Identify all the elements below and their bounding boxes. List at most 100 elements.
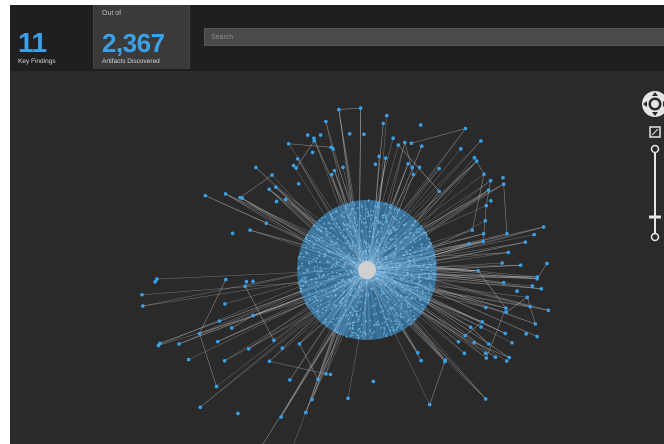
graph-node[interactable] (417, 165, 422, 170)
graph-node[interactable] (474, 159, 479, 163)
graph-node[interactable] (411, 172, 416, 177)
graph-node[interactable] (328, 372, 333, 377)
graph-node[interactable] (443, 358, 448, 362)
graph-node[interactable] (396, 143, 401, 147)
graph-node[interactable] (410, 165, 415, 170)
graph-node[interactable] (545, 261, 549, 266)
graph-node[interactable] (384, 113, 389, 118)
graph-node[interactable] (358, 106, 363, 110)
graph-node[interactable] (483, 218, 488, 223)
graph-node[interactable] (280, 346, 285, 350)
graph-node[interactable] (500, 261, 504, 265)
network-graph-canvas[interactable] (10, 71, 664, 444)
graph-node[interactable] (484, 356, 489, 360)
graph-node[interactable] (371, 379, 376, 384)
pan-control-icon[interactable] (642, 91, 664, 117)
graph-node[interactable] (480, 320, 485, 324)
graph-node[interactable] (476, 269, 480, 273)
graph-node[interactable] (535, 276, 539, 281)
graph-node[interactable] (294, 166, 298, 170)
graph-node[interactable] (391, 136, 395, 140)
graph-node[interactable] (472, 155, 477, 160)
graph-node[interactable] (198, 405, 203, 410)
graph-node[interactable] (230, 231, 235, 236)
graph-node[interactable] (515, 289, 519, 293)
graph-node[interactable] (305, 133, 310, 137)
graph-node[interactable] (331, 147, 335, 151)
graph-node[interactable] (456, 339, 461, 344)
graph-node[interactable] (222, 359, 227, 363)
graph-node[interactable] (217, 319, 222, 323)
graph-node[interactable] (518, 263, 523, 268)
graph-node[interactable] (310, 397, 314, 402)
graph-node[interactable] (324, 372, 328, 376)
graph-node[interactable] (501, 182, 506, 186)
graph-node[interactable] (484, 203, 489, 208)
graph-node[interactable] (489, 199, 493, 203)
graph-node[interactable] (523, 240, 528, 244)
graph-node[interactable] (462, 351, 467, 356)
graph-node[interactable] (246, 347, 251, 351)
graph-node[interactable] (419, 358, 423, 363)
graph-node[interactable] (140, 292, 144, 297)
graph-node[interactable] (504, 306, 508, 310)
graph-node[interactable] (264, 221, 269, 225)
zoom-slider[interactable] (649, 144, 661, 242)
network-graph[interactable] (10, 71, 664, 444)
graph-node[interactable] (381, 121, 386, 126)
graph-node[interactable] (270, 173, 274, 177)
graph-node[interactable] (304, 410, 308, 415)
graph-node[interactable] (318, 133, 323, 137)
graph-node[interactable] (224, 277, 228, 282)
graph-node[interactable] (156, 343, 161, 348)
graph-node[interactable] (296, 181, 301, 186)
graph-node[interactable] (267, 187, 272, 192)
graph-node[interactable] (486, 188, 491, 192)
graph-node[interactable] (141, 304, 145, 308)
graph-node[interactable] (418, 123, 423, 127)
key-findings-stat[interactable]: 11 Key Findings (10, 5, 90, 69)
graph-node[interactable] (482, 172, 486, 177)
graph-node[interactable] (288, 378, 292, 382)
graph-node[interactable] (332, 168, 337, 173)
graph-node[interactable] (177, 342, 181, 346)
graph-node[interactable] (215, 339, 220, 344)
graph-node[interactable] (463, 333, 467, 338)
graph-node[interactable] (377, 154, 381, 159)
graph-node[interactable] (525, 295, 530, 300)
graph-node[interactable] (329, 172, 334, 177)
fit-to-screen-icon[interactable] (649, 126, 661, 138)
graph-node[interactable] (546, 308, 551, 313)
hub-core-node[interactable] (358, 261, 376, 279)
graph-node[interactable] (479, 139, 483, 143)
graph-node[interactable] (251, 313, 255, 318)
graph-node[interactable] (297, 342, 302, 346)
graph-node[interactable] (283, 197, 288, 202)
graph-node[interactable] (506, 250, 511, 255)
graph-node[interactable] (346, 396, 350, 401)
graph-node[interactable] (419, 144, 424, 149)
graph-node[interactable] (254, 165, 258, 170)
graph-node[interactable] (510, 340, 514, 345)
central-hub-cluster[interactable] (297, 199, 437, 340)
graph-node[interactable] (312, 136, 316, 140)
graph-node[interactable] (223, 302, 227, 306)
graph-node[interactable] (467, 242, 471, 246)
graph-node[interactable] (229, 326, 234, 330)
search-input[interactable] (204, 28, 664, 46)
graph-node[interactable] (244, 279, 249, 284)
graph-node[interactable] (223, 192, 228, 196)
graph-node[interactable] (295, 157, 300, 161)
graph-node[interactable] (481, 239, 485, 244)
graph-node[interactable] (504, 310, 509, 314)
graph-node[interactable] (291, 163, 296, 168)
graph-node[interactable] (316, 377, 320, 382)
graph-node[interactable] (463, 126, 468, 131)
graph-node[interactable] (533, 322, 538, 326)
graph-node[interactable] (486, 342, 491, 346)
artifacts-discovered-stat[interactable]: Out of 2,367 Artifacts Discovered (93, 5, 190, 69)
graph-node[interactable] (273, 185, 278, 189)
graph-node[interactable] (324, 119, 328, 124)
graph-node[interactable] (274, 199, 279, 204)
graph-node[interactable] (470, 228, 475, 232)
